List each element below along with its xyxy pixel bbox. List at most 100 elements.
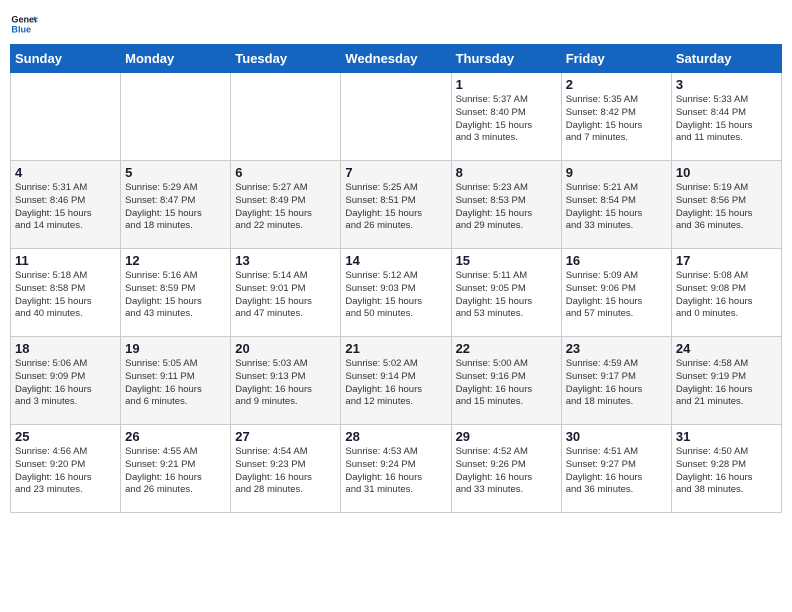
day-info: Sunrise: 5:06 AM Sunset: 9:09 PM Dayligh… xyxy=(15,358,116,409)
day-number: 24 xyxy=(676,341,777,356)
day-info: Sunrise: 5:12 AM Sunset: 9:03 PM Dayligh… xyxy=(345,270,446,321)
day-number: 17 xyxy=(676,253,777,268)
day-number: 27 xyxy=(235,429,336,444)
day-number: 25 xyxy=(15,429,116,444)
day-number: 3 xyxy=(676,77,777,92)
calendar-cell: 3Sunrise: 5:33 AM Sunset: 8:44 PM Daylig… xyxy=(671,73,781,161)
day-info: Sunrise: 5:23 AM Sunset: 8:53 PM Dayligh… xyxy=(456,182,557,233)
header-row: SundayMondayTuesdayWednesdayThursdayFrid… xyxy=(11,45,782,73)
day-number: 1 xyxy=(456,77,557,92)
day-info: Sunrise: 4:59 AM Sunset: 9:17 PM Dayligh… xyxy=(566,358,667,409)
calendar-cell: 31 Sunrise: 4:50 AM Sunset: 9:28 PM Dayli… xyxy=(671,425,781,513)
day-info: Sunrise: 4:55 AM Sunset: 9:21 PM Dayligh… xyxy=(125,446,226,497)
day-number: 12 xyxy=(125,253,226,268)
day-info: Sunrise: 5:14 AM Sunset: 9:01 PM Dayligh… xyxy=(235,270,336,321)
week-row-4: 18 Sunrise: 5:06 AM Sunset: 9:09 PM Dayli… xyxy=(11,337,782,425)
calendar-cell: 5 Sunrise: 5:29 AM Sunset: 8:47 PM Daylig… xyxy=(121,161,231,249)
calendar-cell: 11 Sunrise: 5:18 AM Sunset: 8:58 PM Dayli… xyxy=(11,249,121,337)
day-number: 9 xyxy=(566,165,667,180)
week-row-2: 4Sunrise: 5:31 AM Sunset: 8:46 PM Daylig… xyxy=(11,161,782,249)
day-number: 4 xyxy=(15,165,116,180)
day-info: Sunrise: 5:18 AM Sunset: 8:58 PM Dayligh… xyxy=(15,270,116,321)
day-info: Sunrise: 5:11 AM Sunset: 9:05 PM Dayligh… xyxy=(456,270,557,321)
day-info: Sunrise: 5:19 AM Sunset: 8:56 PM Dayligh… xyxy=(676,182,777,233)
day-number: 26 xyxy=(125,429,226,444)
calendar-cell: 28 Sunrise: 4:53 AM Sunset: 9:24 PM Dayli… xyxy=(341,425,451,513)
day-info: Sunrise: 5:08 AM Sunset: 9:08 PM Dayligh… xyxy=(676,270,777,321)
day-number: 23 xyxy=(566,341,667,356)
day-info: Sunrise: 5:27 AM Sunset: 8:49 PM Dayligh… xyxy=(235,182,336,233)
header-day-sunday: Sunday xyxy=(11,45,121,73)
calendar-cell: 22Sunrise: 5:00 AM Sunset: 9:16 PM Dayli… xyxy=(451,337,561,425)
day-number: 19 xyxy=(125,341,226,356)
day-number: 20 xyxy=(235,341,336,356)
day-info: Sunrise: 4:58 AM Sunset: 9:19 PM Dayligh… xyxy=(676,358,777,409)
calendar-cell: 30 Sunrise: 4:51 AM Sunset: 9:27 PM Dayli… xyxy=(561,425,671,513)
calendar-cell: 15 Sunrise: 5:11 AM Sunset: 9:05 PM Dayli… xyxy=(451,249,561,337)
calendar-table: SundayMondayTuesdayWednesdayThursdayFrid… xyxy=(10,44,782,513)
calendar-cell xyxy=(231,73,341,161)
week-row-5: 25 Sunrise: 4:56 AM Sunset: 9:20 PM Dayli… xyxy=(11,425,782,513)
page-header: General Blue xyxy=(10,10,782,38)
logo: General Blue xyxy=(10,10,42,38)
day-number: 21 xyxy=(345,341,446,356)
day-number: 16 xyxy=(566,253,667,268)
day-info: Sunrise: 4:50 AM Sunset: 9:28 PM Dayligh… xyxy=(676,446,777,497)
calendar-cell: 2Sunrise: 5:35 AM Sunset: 8:42 PM Daylig… xyxy=(561,73,671,161)
day-number: 5 xyxy=(125,165,226,180)
calendar-cell: 23 Sunrise: 4:59 AM Sunset: 9:17 PM Dayli… xyxy=(561,337,671,425)
day-info: Sunrise: 5:29 AM Sunset: 8:47 PM Dayligh… xyxy=(125,182,226,233)
day-number: 11 xyxy=(15,253,116,268)
calendar-cell: 21 Sunrise: 5:02 AM Sunset: 9:14 PM Dayli… xyxy=(341,337,451,425)
calendar-cell: 25 Sunrise: 4:56 AM Sunset: 9:20 PM Dayli… xyxy=(11,425,121,513)
day-number: 14 xyxy=(345,253,446,268)
calendar-cell: 26 Sunrise: 4:55 AM Sunset: 9:21 PM Dayli… xyxy=(121,425,231,513)
calendar-cell: 16 Sunrise: 5:09 AM Sunset: 9:06 PM Dayli… xyxy=(561,249,671,337)
day-number: 13 xyxy=(235,253,336,268)
day-info: Sunrise: 4:51 AM Sunset: 9:27 PM Dayligh… xyxy=(566,446,667,497)
calendar-cell: 13 Sunrise: 5:14 AM Sunset: 9:01 PM Dayli… xyxy=(231,249,341,337)
day-info: Sunrise: 5:02 AM Sunset: 9:14 PM Dayligh… xyxy=(345,358,446,409)
logo-icon: General Blue xyxy=(10,10,38,38)
calendar-cell: 7 Sunrise: 5:25 AM Sunset: 8:51 PM Daylig… xyxy=(341,161,451,249)
calendar-cell: 20 Sunrise: 5:03 AM Sunset: 9:13 PM Dayli… xyxy=(231,337,341,425)
day-info: Sunrise: 4:53 AM Sunset: 9:24 PM Dayligh… xyxy=(345,446,446,497)
day-info: Sunrise: 5:21 AM Sunset: 8:54 PM Dayligh… xyxy=(566,182,667,233)
day-number: 7 xyxy=(345,165,446,180)
calendar-cell: 6Sunrise: 5:27 AM Sunset: 8:49 PM Daylig… xyxy=(231,161,341,249)
header-day-monday: Monday xyxy=(121,45,231,73)
calendar-cell: 9 Sunrise: 5:21 AM Sunset: 8:54 PM Daylig… xyxy=(561,161,671,249)
calendar-body: 1 Sunrise: 5:37 AM Sunset: 8:40 PM Daylig… xyxy=(11,73,782,513)
day-info: Sunrise: 5:25 AM Sunset: 8:51 PM Dayligh… xyxy=(345,182,446,233)
header-day-saturday: Saturday xyxy=(671,45,781,73)
week-row-1: 1 Sunrise: 5:37 AM Sunset: 8:40 PM Daylig… xyxy=(11,73,782,161)
day-info: Sunrise: 4:56 AM Sunset: 9:20 PM Dayligh… xyxy=(15,446,116,497)
day-info: Sunrise: 5:03 AM Sunset: 9:13 PM Dayligh… xyxy=(235,358,336,409)
day-info: Sunrise: 5:09 AM Sunset: 9:06 PM Dayligh… xyxy=(566,270,667,321)
calendar-cell: 1 Sunrise: 5:37 AM Sunset: 8:40 PM Daylig… xyxy=(451,73,561,161)
day-number: 31 xyxy=(676,429,777,444)
calendar-cell: 17 Sunrise: 5:08 AM Sunset: 9:08 PM Dayli… xyxy=(671,249,781,337)
day-number: 29 xyxy=(456,429,557,444)
svg-text:Blue: Blue xyxy=(11,24,31,34)
day-number: 18 xyxy=(15,341,116,356)
header-day-wednesday: Wednesday xyxy=(341,45,451,73)
day-info: Sunrise: 5:16 AM Sunset: 8:59 PM Dayligh… xyxy=(125,270,226,321)
calendar-cell xyxy=(341,73,451,161)
day-number: 22 xyxy=(456,341,557,356)
calendar-cell: 8 Sunrise: 5:23 AM Sunset: 8:53 PM Daylig… xyxy=(451,161,561,249)
calendar-cell xyxy=(11,73,121,161)
calendar-cell: 4Sunrise: 5:31 AM Sunset: 8:46 PM Daylig… xyxy=(11,161,121,249)
day-number: 30 xyxy=(566,429,667,444)
day-info: Sunrise: 5:37 AM Sunset: 8:40 PM Dayligh… xyxy=(456,94,557,145)
calendar-cell xyxy=(121,73,231,161)
calendar-cell: 24 Sunrise: 4:58 AM Sunset: 9:19 PM Dayli… xyxy=(671,337,781,425)
header-day-tuesday: Tuesday xyxy=(231,45,341,73)
day-number: 8 xyxy=(456,165,557,180)
calendar-cell: 18 Sunrise: 5:06 AM Sunset: 9:09 PM Dayli… xyxy=(11,337,121,425)
day-number: 28 xyxy=(345,429,446,444)
day-number: 15 xyxy=(456,253,557,268)
day-info: Sunrise: 4:52 AM Sunset: 9:26 PM Dayligh… xyxy=(456,446,557,497)
day-info: Sunrise: 5:05 AM Sunset: 9:11 PM Dayligh… xyxy=(125,358,226,409)
week-row-3: 11 Sunrise: 5:18 AM Sunset: 8:58 PM Dayli… xyxy=(11,249,782,337)
